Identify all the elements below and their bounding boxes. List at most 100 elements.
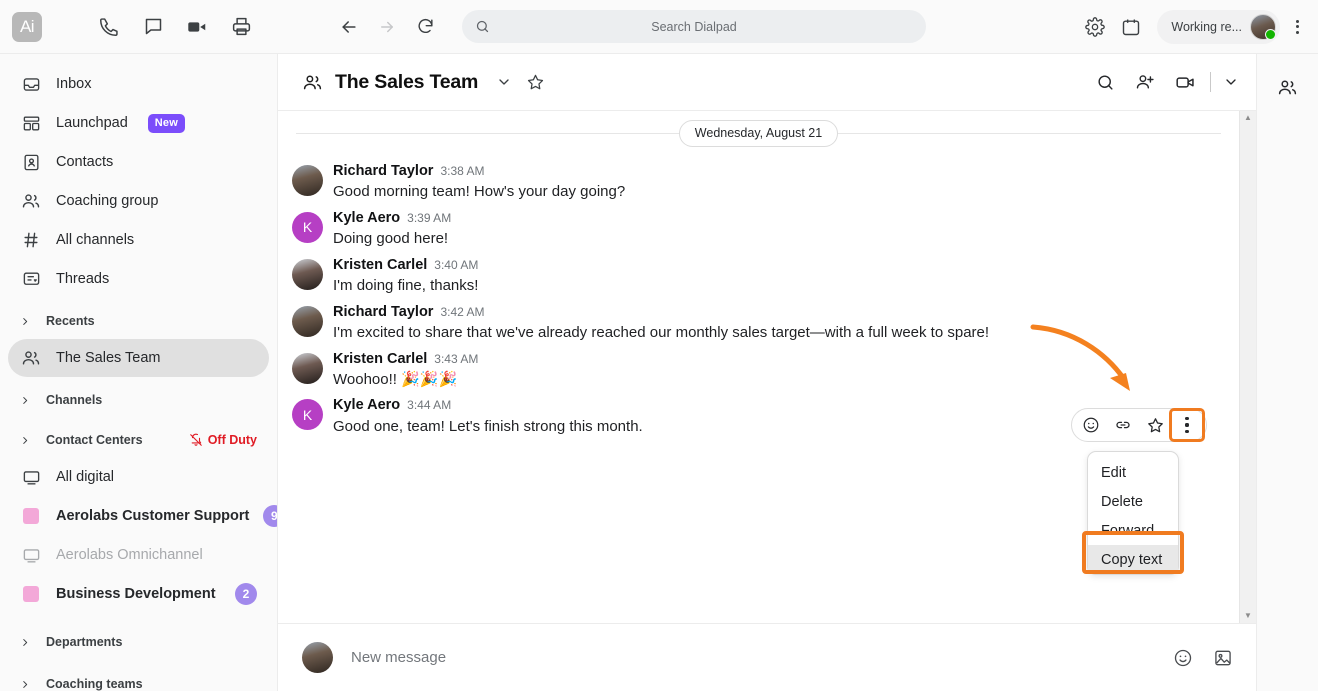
search-input-placeholder: Search Dialpad bbox=[651, 19, 737, 34]
more-options-icon[interactable] bbox=[1169, 408, 1205, 442]
message-item[interactable]: K Kyle Aero 3:39 AM Doing good here! bbox=[278, 206, 1239, 253]
sidebar-item-aerolabs-omnichannel[interactable]: Aerolabs Omnichannel bbox=[8, 536, 269, 574]
calendar-icon[interactable] bbox=[1115, 11, 1147, 43]
message-hover-toolbar bbox=[1071, 408, 1207, 442]
menu-item-forward[interactable]: Forward bbox=[1088, 516, 1178, 545]
bell-off-icon bbox=[189, 433, 203, 447]
browser-menu-icon[interactable] bbox=[1284, 12, 1310, 42]
add-person-icon[interactable] bbox=[1129, 66, 1161, 98]
message-item[interactable]: Kristen Carlel 3:43 AM Woohoo!! 🎉🎉🎉 bbox=[278, 347, 1239, 394]
chat-header-actions bbox=[1089, 66, 1242, 98]
message-timestamp: 3:43 AM bbox=[434, 351, 479, 366]
search-icon bbox=[475, 19, 490, 34]
chevron-right-icon bbox=[20, 395, 30, 406]
app-body: Inbox Launchpad New Contacts Coaching gr… bbox=[0, 54, 1318, 691]
sidebar-item-the-sales-team[interactable]: The Sales Team bbox=[8, 339, 269, 377]
status-text: Working re... bbox=[1171, 19, 1242, 34]
sidebar-item-label: Threads bbox=[56, 271, 110, 287]
emoji-icon[interactable] bbox=[1076, 411, 1106, 439]
print-icon[interactable] bbox=[226, 12, 256, 42]
sidebar-item-all-channels[interactable]: All channels bbox=[8, 221, 269, 259]
sidebar-item-business-development[interactable]: Business Development 2 bbox=[8, 575, 269, 613]
sidebar-item-label: Coaching group bbox=[56, 193, 159, 209]
sidebar-item-aerolabs-customer-support[interactable]: Aerolabs Customer Support 9 bbox=[8, 497, 277, 535]
image-icon[interactable] bbox=[1210, 645, 1236, 671]
sidebar-section-coaching-teams[interactable]: Coaching teams bbox=[8, 667, 269, 691]
message-input-placeholder[interactable]: New message bbox=[351, 649, 446, 666]
menu-item-copy-text[interactable]: Copy text bbox=[1088, 545, 1178, 574]
sidebar-section-channels[interactable]: Channels bbox=[8, 383, 269, 417]
message-context-menu: Edit Delete Forward Copy text bbox=[1087, 451, 1179, 575]
sidebar-item-label: Business Development bbox=[56, 586, 216, 602]
message-composer[interactable]: New message bbox=[278, 623, 1256, 691]
message-item[interactable]: Kristen Carlel 3:40 AM I'm doing fine, t… bbox=[278, 253, 1239, 300]
chevron-right-icon bbox=[20, 435, 30, 446]
quick-actions bbox=[94, 12, 256, 42]
video-call-icon[interactable] bbox=[1169, 66, 1201, 98]
sidebar-item-coaching-group[interactable]: Coaching group bbox=[8, 182, 269, 220]
message-text: Doing good here! bbox=[333, 230, 449, 247]
pink-square-icon bbox=[20, 508, 42, 524]
sidebar-item-inbox[interactable]: Inbox bbox=[8, 65, 269, 103]
back-button[interactable] bbox=[334, 12, 364, 42]
sidebar-section-recents[interactable]: Recents bbox=[8, 304, 269, 338]
message-text: I'm excited to share that we've already … bbox=[333, 323, 990, 341]
chevron-right-icon bbox=[20, 637, 30, 648]
message-timestamp: 3:38 AM bbox=[440, 164, 485, 178]
chevron-down-icon[interactable] bbox=[496, 74, 512, 90]
link-icon[interactable] bbox=[1108, 411, 1138, 439]
gear-icon[interactable] bbox=[1079, 11, 1111, 43]
scroll-up-icon[interactable]: ▲ bbox=[1244, 114, 1252, 122]
monitor-icon bbox=[20, 468, 42, 487]
sidebar-item-label: All digital bbox=[56, 469, 115, 485]
group-icon bbox=[302, 72, 323, 93]
messages-scroll-area: Wednesday, August 21 Richard Taylor 3:38… bbox=[278, 111, 1239, 623]
message-timestamp: 3:39 AM bbox=[407, 210, 452, 225]
message-text: Good one, team! Let's finish strong this… bbox=[333, 417, 643, 435]
menu-item-edit[interactable]: Edit bbox=[1088, 458, 1178, 487]
sidebar-item-label: All channels bbox=[56, 232, 135, 248]
threads-icon bbox=[20, 270, 42, 289]
message-item[interactable]: Richard Taylor 3:42 AM I'm excited to sh… bbox=[278, 300, 1239, 347]
off-duty-status[interactable]: Off Duty bbox=[189, 433, 257, 447]
pink-square-icon bbox=[20, 586, 42, 602]
emoji-icon[interactable] bbox=[1170, 645, 1196, 671]
scroll-down-icon[interactable]: ▼ bbox=[1244, 612, 1252, 620]
composer-row: New message bbox=[278, 623, 1318, 691]
message-list: Richard Taylor 3:38 AM Good morning team… bbox=[278, 155, 1239, 440]
message-item[interactable]: Richard Taylor 3:38 AM Good morning team… bbox=[278, 159, 1239, 206]
avatar: K bbox=[292, 399, 323, 431]
forward-button[interactable] bbox=[372, 12, 402, 42]
phone-icon[interactable] bbox=[94, 12, 124, 42]
sidebar-section-contact-centers[interactable]: Contact Centers Off Duty bbox=[8, 423, 269, 457]
message-author: Richard Taylor bbox=[333, 163, 434, 179]
avatar[interactable] bbox=[1250, 13, 1276, 40]
sidebar-section-departments[interactable]: Departments bbox=[8, 625, 269, 659]
message-text: Woohoo!! 🎉🎉🎉 bbox=[333, 370, 458, 388]
sidebar-item-launchpad[interactable]: Launchpad New bbox=[8, 104, 269, 142]
menu-item-delete[interactable]: Delete bbox=[1088, 487, 1178, 516]
star-icon[interactable] bbox=[526, 73, 545, 92]
user-status-chip[interactable]: Working re... bbox=[1157, 9, 1280, 44]
sidebar-item-threads[interactable]: Threads bbox=[8, 260, 269, 298]
app-logo[interactable]: Ai bbox=[12, 11, 42, 42]
page-title: The Sales Team bbox=[335, 70, 479, 93]
star-icon[interactable] bbox=[1140, 411, 1170, 439]
message-timestamp: 3:42 AM bbox=[440, 304, 485, 319]
chevron-right-icon bbox=[20, 316, 30, 327]
reload-button[interactable] bbox=[410, 12, 440, 42]
chat-panel: The Sales Team Wednesday, August 21 Rich… bbox=[278, 54, 1256, 623]
sidebar-item-contacts[interactable]: Contacts bbox=[8, 143, 269, 181]
video-icon[interactable] bbox=[182, 12, 212, 42]
address-search-bar[interactable]: Search Dialpad bbox=[462, 10, 926, 43]
sidebar-item-all-digital[interactable]: All digital bbox=[8, 458, 269, 496]
launchpad-icon bbox=[20, 114, 42, 133]
chevron-down-icon[interactable] bbox=[1220, 66, 1242, 98]
search-icon[interactable] bbox=[1089, 66, 1121, 98]
members-icon[interactable] bbox=[1271, 70, 1305, 104]
avatar bbox=[292, 258, 323, 290]
composer-actions bbox=[1170, 645, 1236, 671]
messages-scrollbar[interactable]: ▲ ▼ bbox=[1239, 111, 1256, 623]
message-author: Kristen Carlel bbox=[333, 256, 428, 273]
chat-icon[interactable] bbox=[138, 12, 168, 42]
